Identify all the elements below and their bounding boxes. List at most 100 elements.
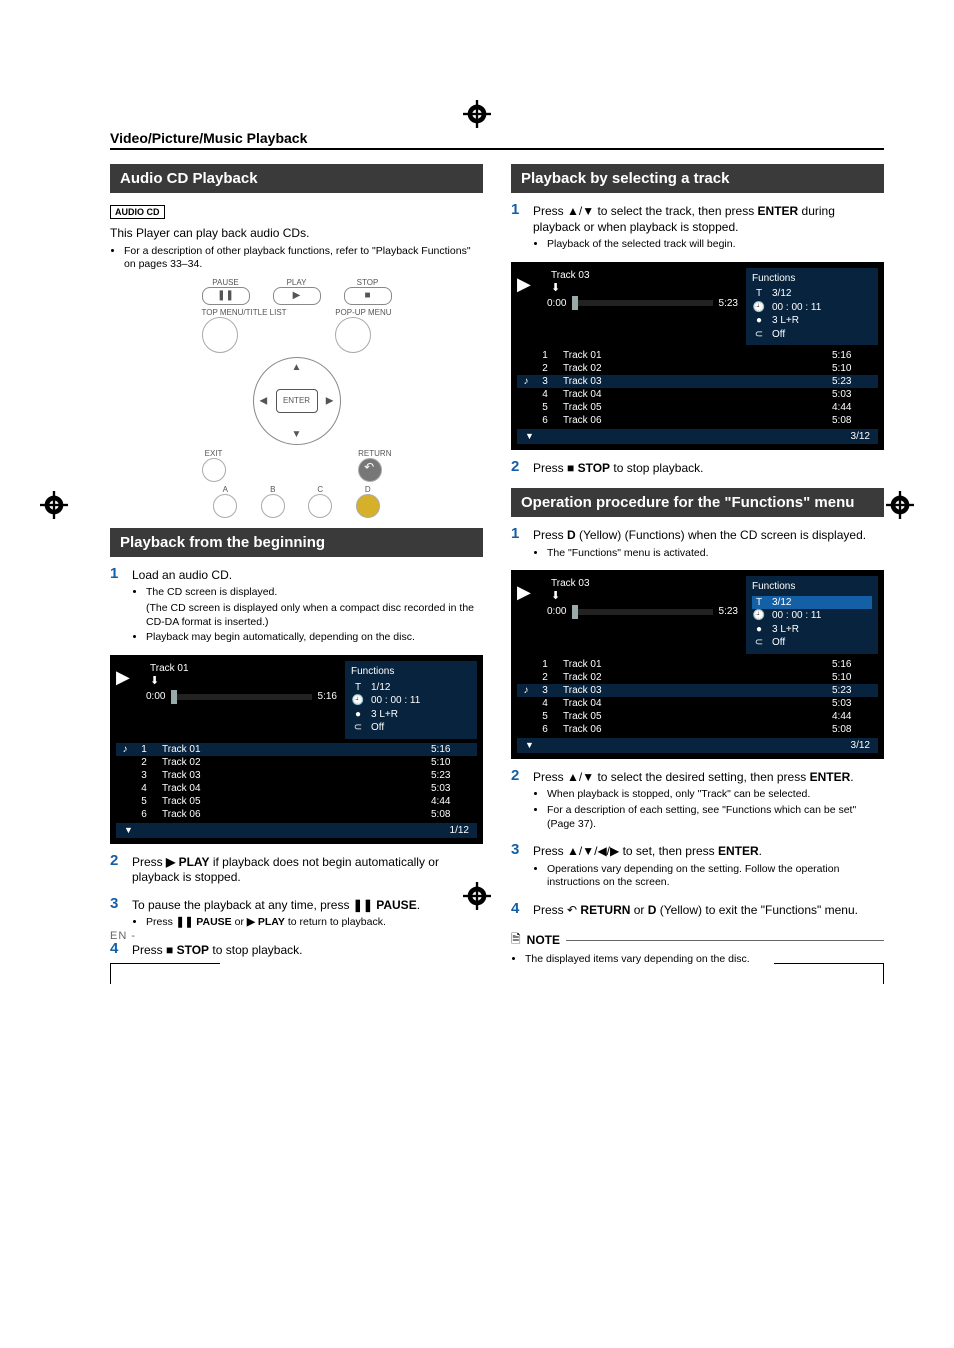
- r-step1-text: Press ▲/▼ to select the track, then pres…: [533, 204, 884, 235]
- left-icon: ◀: [260, 395, 268, 406]
- total-time: 5:23: [719, 298, 738, 309]
- r-step1-bullet: Playback of the selected track will begi…: [547, 238, 884, 252]
- remote-enter-button: ENTER: [276, 389, 318, 413]
- elapsed-time: 0:00: [547, 606, 566, 617]
- step-number: 1: [511, 525, 525, 564]
- remote-popup-button: [335, 317, 371, 353]
- step-number: 1: [511, 201, 525, 256]
- remote-label-c: C: [308, 485, 332, 494]
- registration-mark-icon: [886, 491, 914, 519]
- banner-functions-procedure: Operation procedure for the "Functions" …: [511, 488, 884, 517]
- return-icon: ↶: [567, 903, 577, 917]
- play-icon: [517, 582, 531, 603]
- track-row: 1 Track 015:16: [517, 658, 878, 671]
- banner-audio-cd-playback: Audio CD Playback: [110, 164, 483, 193]
- cd-screen: Track 03 ⬇ 0:00 5:23 Functions T3/12 🕘00…: [511, 570, 884, 759]
- cd-screen: Track 03 ⬇ 0:00 5:23 Functions T3/12 🕘00…: [511, 262, 884, 451]
- registration-mark-icon: [463, 882, 491, 910]
- step4-text: Press ■ STOP to stop playback.: [132, 943, 483, 959]
- op3-text: Press ▲/▼/◀/▶ to set, then press ENTER.: [533, 844, 884, 860]
- track-row: 5 Track 054:44: [517, 710, 878, 723]
- right-icon: ▶: [326, 395, 334, 406]
- track-list: 1 Track 015:16 2 Track 025:10 3 Track 03…: [517, 658, 878, 736]
- track-row: 4 Track 045:03: [517, 697, 878, 710]
- remote-d-button: [356, 494, 380, 518]
- cd-screen: Track 01 ⬇ 0:00 5:16 Functions T1/12 🕘00…: [110, 655, 483, 844]
- remote-exit-button: [202, 458, 226, 482]
- track-row: 3 Track 035:23: [517, 375, 878, 388]
- step-number: 4: [110, 940, 124, 962]
- track-row: 1 Track 015:16: [517, 349, 878, 362]
- down-icon: [525, 740, 534, 751]
- remote-b-button: [261, 494, 285, 518]
- page-indicator: 3/12: [851, 431, 870, 442]
- track-row: 6 Track 065:08: [517, 414, 878, 427]
- badge-audio-cd: AUDIO CD: [110, 205, 165, 219]
- left-column: Audio CD Playback AUDIO CD This Player c…: [110, 156, 483, 970]
- step1-text: Load an audio CD.: [132, 568, 483, 584]
- now-playing-title: Track 01: [146, 661, 337, 674]
- banner-playback-select-track: Playback by selecting a track: [511, 164, 884, 193]
- op2-text: Press ▲/▼ to select the desired setting,…: [533, 770, 884, 786]
- down-icon: ▼: [292, 429, 302, 440]
- remote-label-play: PLAY: [273, 278, 321, 287]
- page-indicator: 3/12: [851, 740, 870, 751]
- remote-label-a: A: [213, 485, 237, 494]
- track-row: 4 Track 045:03: [116, 782, 477, 795]
- step-number: 3: [110, 895, 124, 934]
- section-title: Video/Picture/Music Playback: [110, 130, 884, 150]
- step1-bullet-paren: (The CD screen is displayed only when a …: [146, 602, 483, 629]
- track-row: 3 Track 035:23: [116, 769, 477, 782]
- now-playing-title: Track 03: [547, 268, 738, 281]
- page-lang-mark: EN -: [110, 930, 136, 942]
- remote-stop-button: ■: [344, 287, 392, 305]
- now-playing-title: Track 03: [547, 576, 738, 589]
- track-row: 6 Track 065:08: [517, 723, 878, 736]
- step-number: 3: [511, 841, 525, 894]
- remote-c-button: [308, 494, 332, 518]
- op4-text: Press ↶ RETURN or D (Yellow) to exit the…: [533, 903, 884, 919]
- track-list: 1 Track 015:16 2 Track 025:10 3 Track 03…: [116, 743, 477, 821]
- up-icon: ▲: [292, 362, 302, 373]
- op1-bullet: The "Functions" menu is activated.: [547, 547, 884, 561]
- remote-label-popup: POP-UP MENU: [335, 308, 391, 317]
- note-header: NOTE: [511, 930, 884, 951]
- banner-playback-beginning: Playback from the beginning: [110, 528, 483, 557]
- step-number: 2: [511, 767, 525, 836]
- track-row: 2 Track 025:10: [517, 362, 878, 375]
- remote-play-button: ▶: [273, 287, 321, 305]
- crop-mark: [110, 964, 111, 984]
- crop-mark: [774, 963, 884, 964]
- note-icon: [511, 930, 521, 951]
- step2-text: Press ▶ PLAY if playback does not begin …: [132, 855, 483, 886]
- remote-label-pause: PAUSE: [202, 278, 250, 287]
- op3-bullet: Operations vary depending on the setting…: [547, 863, 884, 890]
- progress-bar: [572, 609, 712, 615]
- remote-return-button: [358, 458, 382, 482]
- remote-label-return: RETURN: [358, 449, 391, 458]
- step1-bullet: Playback may begin automatically, depend…: [146, 631, 483, 645]
- op1-text: Press D (Yellow) (Functions) when the CD…: [533, 528, 884, 544]
- step3-sub: Press ❚❚ PAUSE or ▶ PLAY to return to pl…: [146, 916, 483, 930]
- step-number: 2: [110, 852, 124, 889]
- total-time: 5:16: [318, 691, 337, 702]
- page-strip: 3/12: [517, 429, 878, 444]
- registration-mark-icon: [463, 100, 491, 128]
- page-strip: 3/12: [517, 738, 878, 753]
- crop-mark: [110, 963, 220, 964]
- functions-panel: Functions T3/12 🕘00 : 00 : 11 ●3 L+R ⊂Of…: [746, 576, 878, 654]
- track-row: 6 Track 065:08: [116, 808, 477, 821]
- functions-panel: Functions T1/12 🕘00 : 00 : 11 ●3 L+R ⊂Of…: [345, 661, 477, 739]
- note-label: NOTE: [527, 933, 560, 947]
- track-row: 4 Track 045:03: [517, 388, 878, 401]
- page-indicator: 1/12: [450, 825, 469, 836]
- intro-bullet: For a description of other playback func…: [124, 245, 483, 272]
- step-number: 4: [511, 900, 525, 922]
- remote-a-button: [213, 494, 237, 518]
- remote-diagram: PAUSE ❚❚ PLAY ▶ STOP ■ TOP MENU/TITLE LI…: [202, 278, 392, 518]
- remote-label-stop: STOP: [344, 278, 392, 287]
- step3-text: To pause the playback at any time, press…: [132, 898, 483, 914]
- r-step2-text: Press ■ STOP to stop playback.: [533, 461, 884, 477]
- elapsed-time: 0:00: [547, 298, 566, 309]
- remote-label-b: B: [261, 485, 285, 494]
